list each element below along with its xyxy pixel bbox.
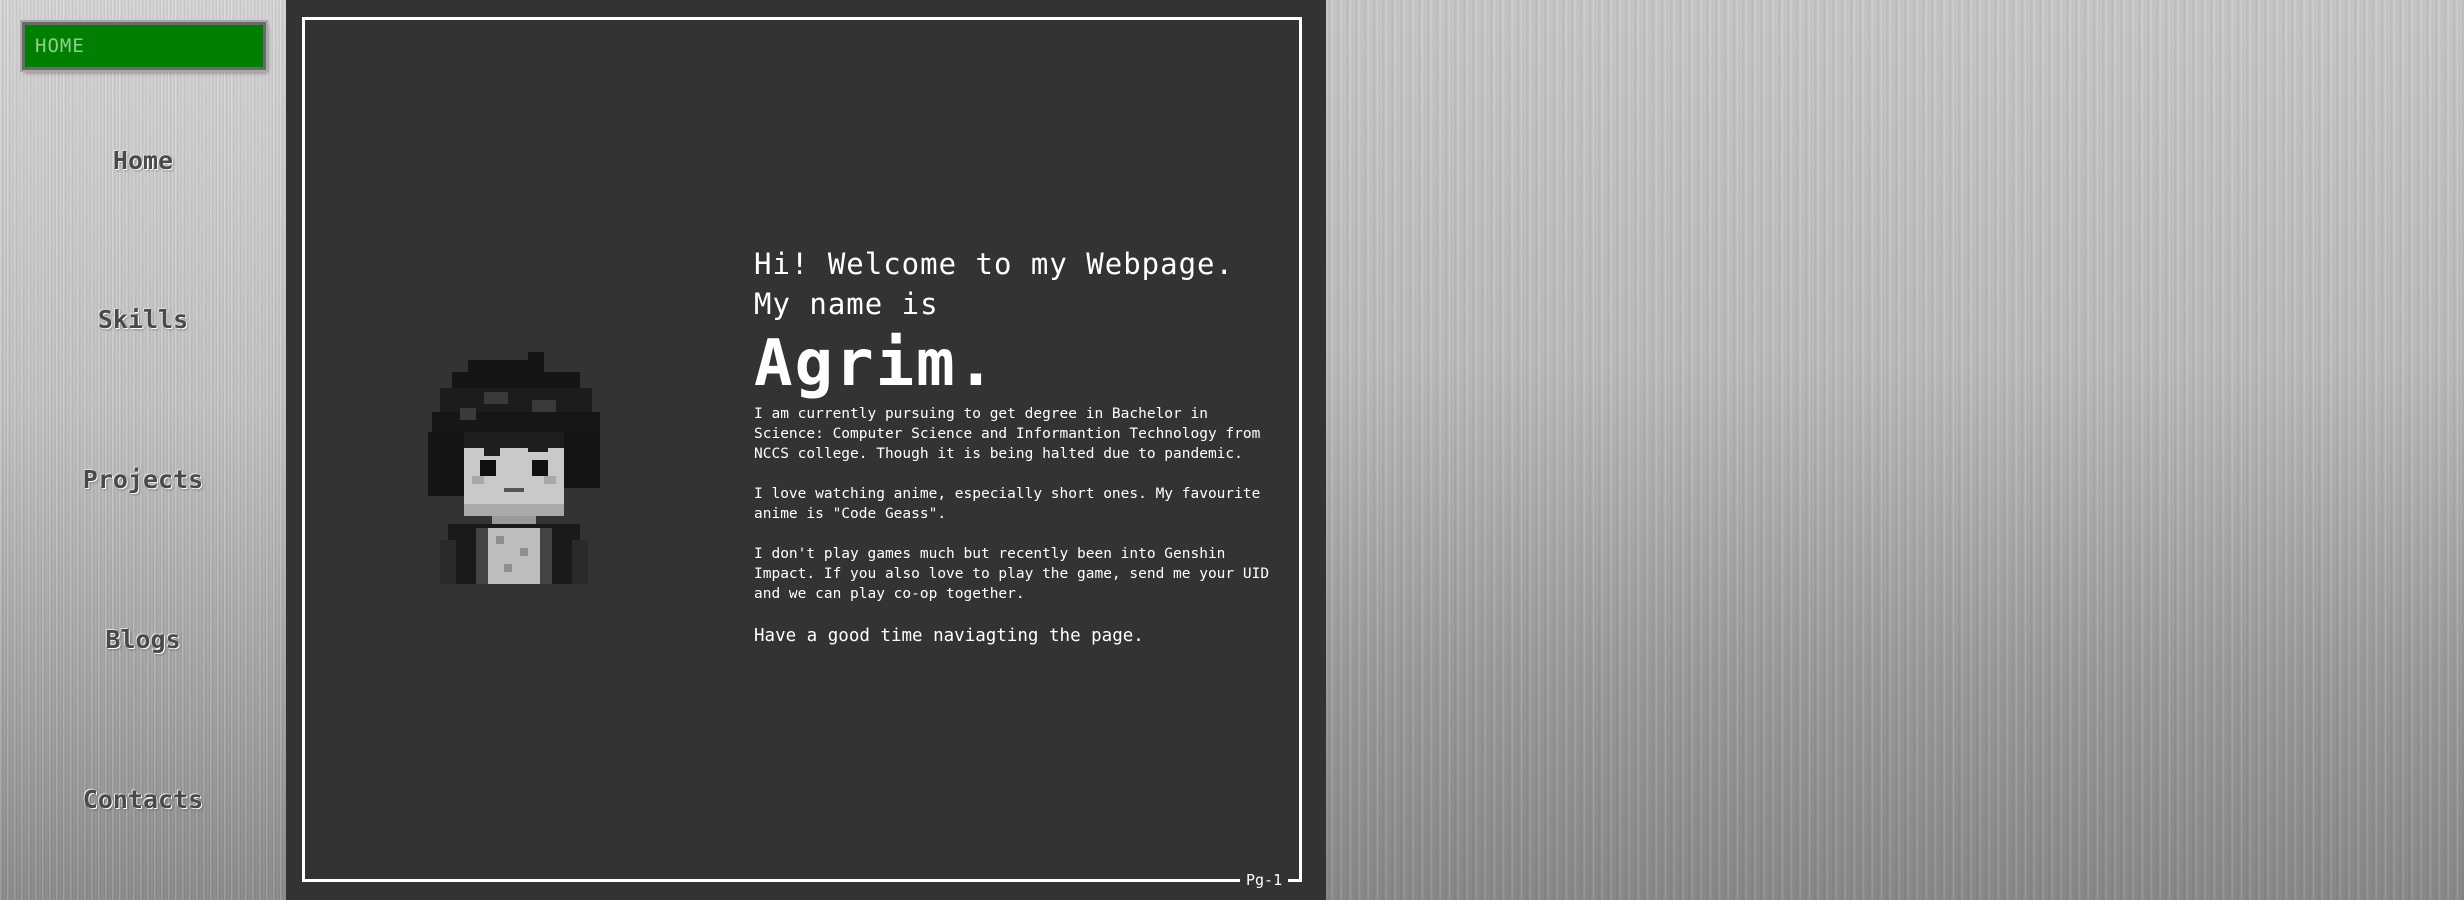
closing-text: Have a good time naviagting the page. bbox=[754, 626, 1144, 646]
games-paragraph: I don't play games much but recently bee… bbox=[754, 546, 1270, 602]
greeting-text: Hi! Welcome to my Webpage. My name is bbox=[754, 247, 1234, 321]
nav-skills-link[interactable]: Skills bbox=[0, 305, 286, 334]
sidebar: HOME Home Skills Projects Blogs Contacts bbox=[0, 0, 286, 900]
current-page-indicator: HOME bbox=[22, 22, 266, 70]
nav-blogs-link[interactable]: Blogs bbox=[0, 625, 286, 654]
intro-section: Hi! Welcome to my Webpage. My name is Ag… bbox=[754, 244, 1274, 648]
nav-contacts-link[interactable]: Contacts bbox=[0, 785, 286, 814]
pixel-art-avatar-icon bbox=[428, 352, 600, 584]
nav-projects-link[interactable]: Projects bbox=[0, 465, 286, 494]
name-heading: Agrim. bbox=[754, 327, 998, 401]
anime-paragraph: I love watching anime, especially short … bbox=[754, 486, 1261, 522]
education-paragraph: I am currently pursuing to get degree in… bbox=[754, 406, 1261, 462]
page-number-label: Pg-1 bbox=[1240, 869, 1289, 891]
nav-home-link[interactable]: Home bbox=[0, 146, 286, 175]
